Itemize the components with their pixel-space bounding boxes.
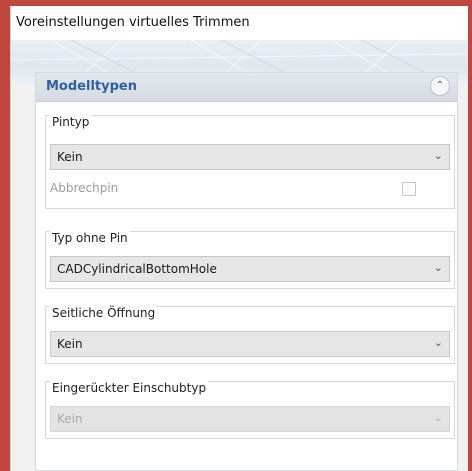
section-header[interactable]: Modelltypen ⌃ bbox=[36, 73, 457, 102]
title-bar: Voreinstellungen virtuelles Trimmen bbox=[11, 6, 468, 40]
seitliche-oeffnung-label: Seitliche Öffnung bbox=[50, 306, 158, 320]
seitliche-oeffnung-group: Seitliche Öffnung Kein ⌄ bbox=[45, 306, 455, 364]
einschubtyp-dropdown[interactable]: Kein ⌄ bbox=[50, 406, 450, 432]
pintyp-label: Pintyp bbox=[50, 115, 92, 129]
chevron-down-icon: ⌄ bbox=[433, 149, 443, 162]
seitliche-oeffnung-dropdown[interactable]: Kein ⌄ bbox=[50, 331, 450, 357]
seitliche-oeffnung-value: Kein bbox=[57, 337, 83, 351]
typ-ohne-pin-label: Typ ohne Pin bbox=[50, 231, 130, 245]
typ-ohne-pin-dropdown[interactable]: CADCylindricalBottomHole ⌄ bbox=[50, 256, 450, 282]
einschubtyp-value: Kein bbox=[57, 412, 83, 426]
typ-ohne-pin-group: Typ ohne Pin CADCylindricalBottomHole ⌄ bbox=[45, 231, 455, 289]
chevron-double-up-icon[interactable]: ⌃ bbox=[430, 76, 450, 96]
model-types-section: Modelltypen ⌃ Pintyp Kein ⌄ Abbrechpin T… bbox=[35, 72, 458, 471]
chevron-down-icon: ⌄ bbox=[433, 336, 443, 349]
application-window: Voreinstellungen virtuelles Trimmen Mode… bbox=[0, 0, 472, 471]
chevron-down-icon: ⌄ bbox=[433, 411, 443, 424]
pintyp-value: Kein bbox=[57, 150, 83, 164]
einschubtyp-group: Eingerückter Einschubtyp Kein ⌄ bbox=[45, 381, 455, 439]
typ-ohne-pin-value: CADCylindricalBottomHole bbox=[57, 262, 217, 276]
abbrechpin-label: Abbrechpin bbox=[50, 181, 119, 195]
section-title: Modelltypen bbox=[46, 79, 137, 94]
chevron-down-icon: ⌄ bbox=[433, 261, 443, 274]
settings-panel: Voreinstellungen virtuelles Trimmen Mode… bbox=[10, 6, 468, 471]
window-title: Voreinstellungen virtuelles Trimmen bbox=[16, 15, 250, 30]
einschubtyp-label: Eingerückter Einschubtyp bbox=[50, 381, 209, 395]
pintyp-group: Pintyp Kein ⌄ Abbrechpin bbox=[45, 115, 455, 209]
pintyp-dropdown[interactable]: Kein ⌄ bbox=[50, 144, 450, 170]
abbrechpin-checkbox[interactable] bbox=[402, 182, 416, 196]
